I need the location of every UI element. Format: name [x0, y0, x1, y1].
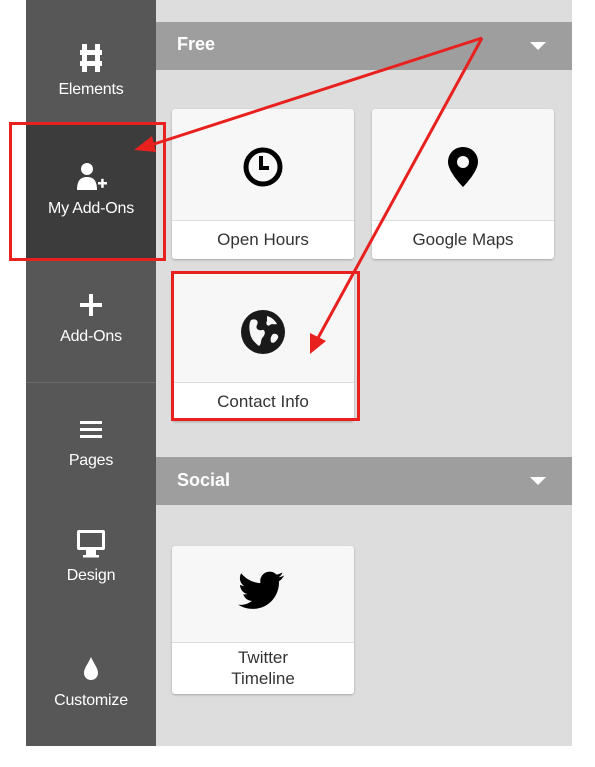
card-label: Twitter Timeline [172, 642, 354, 694]
sidebar-item-design[interactable]: Design [26, 501, 156, 623]
section-title: Social [177, 470, 231, 490]
plus-icon [80, 294, 102, 316]
sidebar-item-my-add-ons[interactable]: My Add-Ons [26, 124, 156, 258]
map-pin-icon [448, 147, 478, 187]
sidebar: Elements My Add-Ons Add-Ons Pages Design… [26, 0, 156, 746]
monitor-icon [77, 530, 105, 558]
sidebar-item-label: Design [66, 567, 116, 584]
sidebar-item-label: Pages [68, 452, 114, 469]
add-ons-list-panel: Free Open Hours Google Maps Contact Info… [156, 0, 572, 746]
add-on-card-open-hours[interactable]: Open Hours [172, 109, 354, 259]
chevron-down-icon[interactable] [530, 477, 546, 485]
sidebar-item-pages[interactable]: Pages [26, 383, 156, 501]
sidebar-item-label: Elements [58, 81, 124, 98]
chevron-down-icon[interactable] [530, 42, 546, 50]
sidebar-item-label: My Add-Ons [47, 200, 135, 217]
section-header-free[interactable]: Free [156, 22, 572, 70]
card-label-line: Twitter [237, 648, 289, 667]
sidebar-item-customize[interactable]: Customize [26, 623, 156, 746]
card-label-line: Timeline [231, 669, 295, 688]
clock-icon [243, 147, 283, 187]
twitter-icon [238, 571, 285, 609]
menu-icon [80, 421, 102, 438]
card-label: Google Maps [372, 220, 554, 259]
section-title: Free [177, 34, 216, 54]
sidebar-item-label: Customize [54, 692, 128, 709]
elements-icon [80, 44, 102, 72]
add-on-card-twitter-timeline[interactable]: Twitter Timeline [172, 546, 354, 694]
user-plus-icon [77, 163, 107, 190]
sidebar-item-add-ons[interactable]: Add-Ons [26, 259, 156, 382]
sidebar-item-elements[interactable]: Elements [26, 0, 156, 120]
card-label: Open Hours [172, 220, 354, 259]
globe-icon [241, 310, 285, 354]
add-on-card-contact-info[interactable]: Contact Info [172, 274, 354, 421]
add-ons-panel-screenshot: Elements My Add-Ons Add-Ons Pages Design… [0, 0, 595, 767]
card-label: Contact Info [172, 382, 354, 421]
sidebar-item-label: Add-Ons [60, 328, 122, 345]
droplet-icon [84, 657, 98, 680]
section-header-social[interactable]: Social [156, 457, 572, 505]
add-on-card-google-maps[interactable]: Google Maps [372, 109, 554, 259]
